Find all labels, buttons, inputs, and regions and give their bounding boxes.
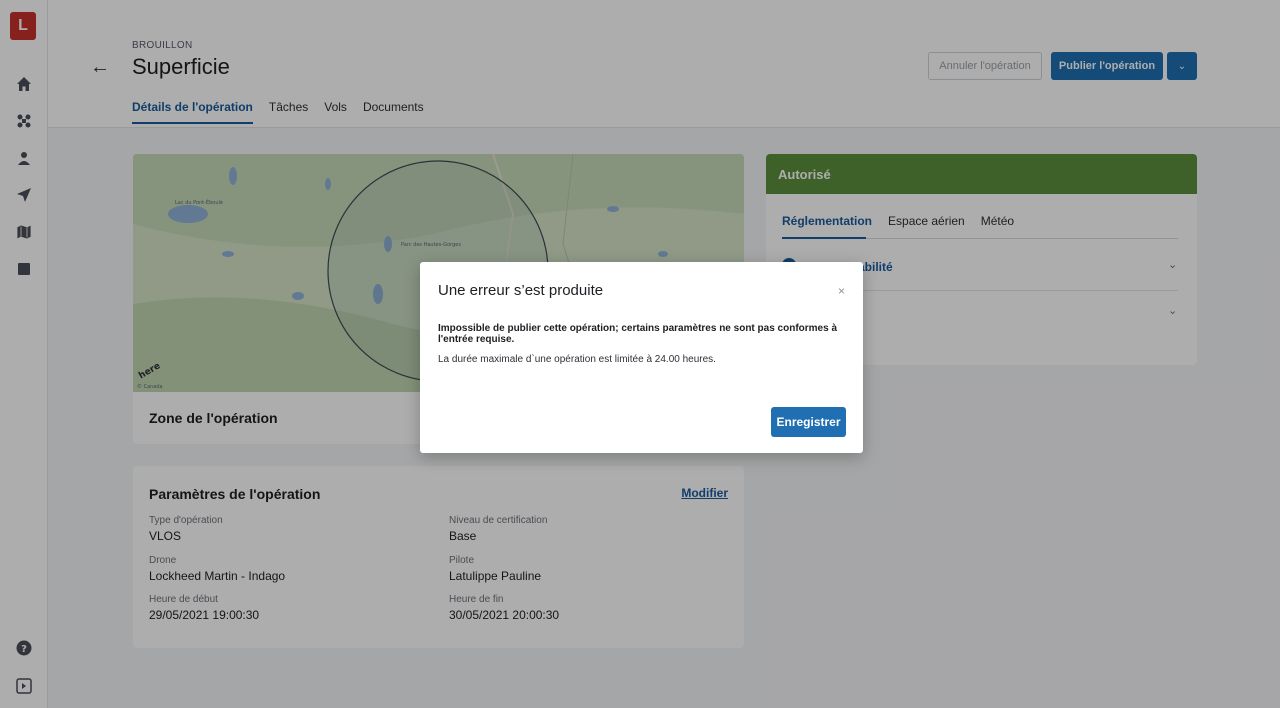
error-dialog: Une erreur s’est produite × Impossible d…: [420, 262, 863, 453]
dialog-title: Une erreur s’est produite: [438, 282, 604, 299]
dialog-error-summary: Impossible de publier cette opération; c…: [438, 323, 838, 345]
close-icon[interactable]: ×: [838, 284, 845, 298]
dialog-error-detail: La durée maximale d`une opération est li…: [438, 354, 716, 365]
save-button[interactable]: Enregistrer: [771, 407, 846, 437]
